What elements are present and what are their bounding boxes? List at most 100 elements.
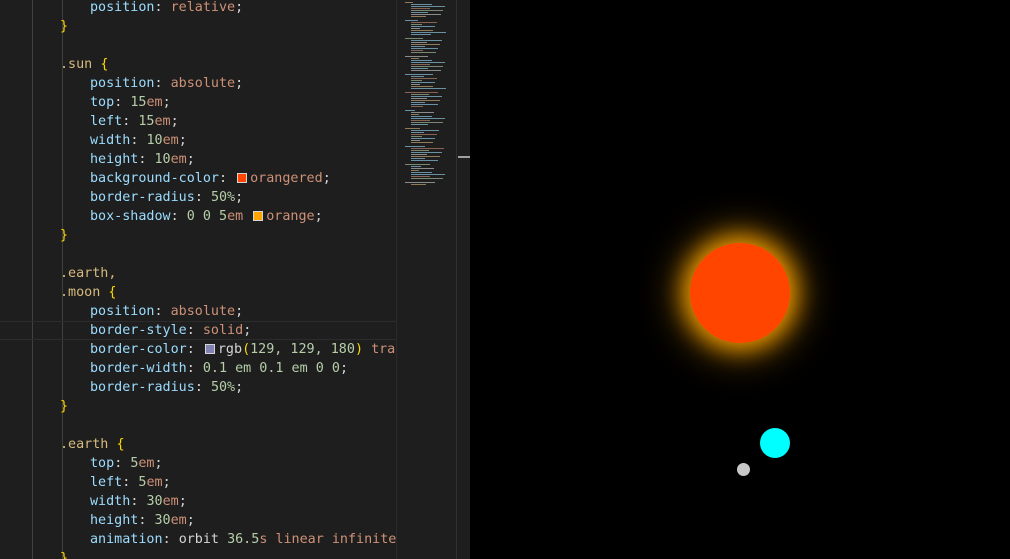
minimap-line [411,22,437,23]
minimap-line [411,86,433,87]
minimap-line [411,100,440,101]
css-selector: .earth [60,437,109,452]
minimap-line [411,84,420,85]
code-line: .moon { [60,285,117,300]
minimap-line [411,82,435,83]
scrollbar-thumb[interactable] [458,156,470,158]
minimap-line [411,62,445,63]
code-line: border-width: 0.1 em 0.1 em 0 0; [90,361,348,376]
minimap-line [411,174,445,175]
vertical-scrollbar[interactable] [456,0,470,559]
code-line: position: relative; [90,0,244,15]
code-line: .earth, [0,264,116,283]
minimap-line [405,92,438,93]
code-line: } [60,228,69,243]
minimap-line [411,26,435,27]
minimap-line [411,40,442,41]
minimap-line [405,128,420,129]
minimap-line [411,176,430,177]
minimap-line [411,68,428,69]
code-line: .sun { [60,57,109,72]
minimap-line [411,140,420,141]
code-line: width: 10em; [90,133,187,148]
minimap-line [411,48,438,49]
minimap-line [411,96,442,97]
minimap-line [411,134,437,135]
minimap-line [405,20,418,21]
code-line: width: 30em; [90,494,187,509]
code-line: height: 30em; [90,513,195,528]
minimap-line [405,110,415,111]
minimap-line [411,148,444,149]
minimap-line [411,16,426,17]
minimap-line [411,30,433,31]
minimap-line [405,56,428,57]
code-line: animation: orbit 36.5s linear infinite; [90,532,396,547]
css-selector: .earth, [60,266,117,281]
minimap-line [411,112,434,113]
code-line: } [60,19,69,34]
code-line: background-color: orangered; [90,171,331,186]
minimap-line [411,32,446,33]
minimap-line [411,4,432,5]
code-line: border-style: solid; [90,323,252,338]
minimap-line [411,118,445,119]
minimap-line [411,12,428,13]
minimap-line [411,132,424,133]
minimap-line [411,70,441,71]
color-swatch-orange[interactable] [253,211,264,221]
minimap-line [411,98,427,99]
minimap-line [411,184,426,185]
minimap-line [411,6,445,7]
minimap-line [411,160,438,161]
color-swatch-rgb[interactable] [204,344,215,354]
minimap-line [411,106,423,107]
color-swatch-orangered[interactable] [237,173,248,183]
minimap-line [411,142,433,143]
css-selector: .moon [60,285,101,300]
code-line: } [60,399,69,414]
minimap-line [411,114,419,115]
code-line: height: 10em; [90,152,195,167]
minimap-line [411,28,420,29]
code-line: left: 5em; [90,475,171,490]
code-line: position: absolute; [90,76,244,91]
minimap-line [411,10,443,11]
code-line: top: 15em; [90,95,171,110]
code-line: border-radius: 50%; [90,380,244,395]
minimap-line [411,166,421,167]
minimap-line [411,64,430,65]
minimap-line [411,170,419,171]
minimap-line [411,76,424,77]
minimap-line [411,124,428,125]
minimap-line [405,182,435,183]
minimap-line [411,52,436,53]
earth [760,428,790,458]
minimap-line [411,60,432,61]
minimap-line [411,8,430,9]
code-line: box-shadow: 0 0 5em orange; [90,209,323,224]
minimap-line [405,164,430,165]
code-line: border-color: rgb(129, 129, 180) trans [90,342,396,357]
minimap-line [411,138,435,139]
minimap-line [411,150,429,151]
code-editor[interactable]: position: relative; } .sun { position: a… [0,0,396,559]
minimap-line [411,78,437,79]
code-line: position: absolute; [90,304,244,319]
minimap-line [411,158,425,159]
minimap-line [411,34,431,35]
minimap-line [411,130,439,131]
minimap-line [411,80,422,81]
minimap-line [411,104,438,105]
sun [690,243,790,343]
minimap-line [411,178,443,179]
minimap-line [411,42,427,43]
minimap-line [411,44,440,45]
code-line: .earth { [60,437,125,452]
moon [737,463,750,476]
minimap-line [411,102,425,103]
code-line: top: 5em; [90,456,163,471]
minimap-line [411,66,443,67]
minimap[interactable] [396,0,456,559]
minimap-line [411,168,434,169]
